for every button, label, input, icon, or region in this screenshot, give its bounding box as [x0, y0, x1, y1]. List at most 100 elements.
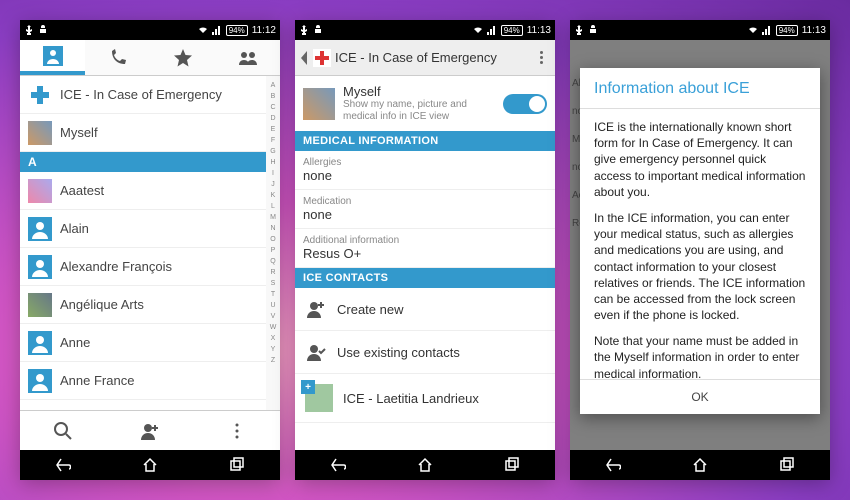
contacts-icon: [43, 46, 63, 66]
phone-ice-detail: 94% 11:13 ICE - In Case of Emergency Mys…: [295, 20, 555, 480]
dialog-paragraph: In the ICE information, you can enter yo…: [594, 210, 806, 323]
android-icon: [313, 25, 323, 35]
avatar: [28, 121, 52, 145]
status-bar: 94% 11:13: [295, 20, 555, 40]
dialog-body: ICE is the internationally known short f…: [580, 109, 820, 379]
avatar-placeholder-icon: [28, 369, 52, 393]
tab-groups[interactable]: [215, 40, 280, 75]
android-icon: [588, 25, 598, 35]
info-dialog: Information about ICE ICE is the interna…: [580, 68, 820, 414]
avatar-placeholder-icon: [28, 217, 52, 241]
recents-button[interactable]: [499, 457, 525, 473]
field-label: Medication: [295, 190, 555, 207]
recents-button[interactable]: [774, 457, 800, 473]
row-label: Create new: [337, 302, 403, 317]
wifi-icon: [473, 25, 483, 35]
usb-icon: [24, 25, 34, 35]
phone-ice-info-dialog: 94% 11:13 Al nc M nc Ac Re Information a…: [570, 20, 830, 480]
title-bar: ICE - In Case of Emergency: [295, 40, 555, 76]
contact-row[interactable]: Angélique Arts: [20, 286, 266, 324]
contact-label: Anne France: [60, 373, 134, 388]
person-check-icon: [305, 341, 327, 363]
tab-contacts[interactable]: [20, 40, 85, 75]
usb-icon: [574, 25, 584, 35]
avatar-placeholder-icon: [28, 331, 52, 355]
avatar: [28, 179, 52, 203]
android-navbar: [570, 450, 830, 480]
clock: 11:13: [802, 25, 826, 36]
group-icon: [238, 48, 258, 68]
field-value[interactable]: none: [295, 168, 555, 190]
contact-label: Anne: [60, 335, 90, 350]
home-button[interactable]: [687, 457, 713, 473]
android-icon: [38, 25, 48, 35]
contact-label: Angélique Arts: [60, 297, 144, 312]
recents-button[interactable]: [224, 457, 250, 473]
avatar-placeholder-icon: [28, 255, 52, 279]
field-label: Additional information: [295, 229, 555, 246]
contact-ice[interactable]: ICE - In Case of Emergency: [20, 76, 266, 114]
home-button[interactable]: [137, 457, 163, 473]
usb-icon: [299, 25, 309, 35]
create-new-contact[interactable]: Create new: [295, 288, 555, 331]
back-button[interactable]: [325, 457, 351, 473]
status-bar: 94% 11:13: [570, 20, 830, 40]
contact-row[interactable]: Aaatest: [20, 172, 266, 210]
field-value[interactable]: none: [295, 207, 555, 229]
battery-pct: 94%: [776, 25, 798, 36]
dialog-title: Information about ICE: [580, 68, 820, 109]
back-button[interactable]: [50, 457, 76, 473]
android-navbar: [20, 450, 280, 480]
dialog-paragraph: ICE is the internationally known short f…: [594, 119, 806, 200]
contact-label: Alain: [60, 221, 89, 236]
back-button[interactable]: [299, 51, 309, 65]
contact-row[interactable]: Alain: [20, 210, 266, 248]
back-button[interactable]: [600, 457, 626, 473]
overflow-menu-button[interactable]: [531, 51, 551, 64]
search-button[interactable]: [20, 411, 107, 450]
contact-label: ICE - In Case of Emergency: [60, 87, 222, 102]
ice-contact-row[interactable]: + ICE - Laetitia Landrieux: [295, 374, 555, 423]
star-icon: [173, 48, 193, 68]
row-label: Use existing contacts: [337, 345, 460, 360]
ice-detail-body[interactable]: Myself Show my name, picture and medical…: [295, 76, 555, 450]
section-medical: MEDICAL INFORMATION: [295, 131, 555, 151]
bottom-toolbar: [20, 410, 280, 450]
myself-row[interactable]: Myself Show my name, picture and medical…: [295, 76, 555, 131]
contact-myself[interactable]: Myself: [20, 114, 266, 152]
section-header: A: [20, 152, 266, 172]
myself-name: Myself: [343, 84, 495, 99]
add-contact-button[interactable]: [107, 411, 194, 450]
wifi-icon: [198, 25, 208, 35]
dialog-ok-button[interactable]: OK: [580, 379, 820, 414]
contacts-tabs: [20, 40, 280, 76]
contact-row[interactable]: Alexandre François: [20, 248, 266, 286]
field-label: Allergies: [295, 151, 555, 168]
contact-label: Myself: [60, 125, 98, 140]
battery-pct: 94%: [501, 25, 523, 36]
row-label: ICE - Laetitia Landrieux: [343, 391, 479, 406]
use-existing-contacts[interactable]: Use existing contacts: [295, 331, 555, 374]
wifi-icon: [748, 25, 758, 35]
signal-icon: [487, 25, 497, 35]
home-button[interactable]: [412, 457, 438, 473]
alpha-index[interactable]: ABCDEFGHIJKLMNOPQRSTUVWXYZ: [266, 76, 280, 410]
plus-badge-icon: +: [301, 380, 315, 394]
avatar: [303, 88, 335, 120]
dialog-container: Al nc M nc Ac Re Information about ICE I…: [570, 40, 830, 450]
contact-row[interactable]: Anne France: [20, 362, 266, 400]
tab-favorites[interactable]: [150, 40, 215, 75]
clock: 11:12: [252, 25, 276, 36]
tab-phone[interactable]: [85, 40, 150, 75]
field-value[interactable]: Resus O+: [295, 246, 555, 268]
phone-icon: [108, 48, 128, 68]
menu-button[interactable]: [193, 411, 280, 450]
myself-subtitle: Show my name, picture and medical info i…: [343, 99, 495, 123]
contact-label: Aaatest: [60, 183, 104, 198]
page-title: ICE - In Case of Emergency: [335, 50, 497, 65]
contact-row[interactable]: Anne: [20, 324, 266, 362]
contacts-list[interactable]: ICE - In Case of Emergency Myself A Aaat…: [20, 76, 266, 410]
avatar: +: [305, 384, 333, 412]
show-info-toggle[interactable]: [503, 94, 547, 114]
dialog-paragraph: Note that your name must be added in the…: [594, 333, 806, 379]
